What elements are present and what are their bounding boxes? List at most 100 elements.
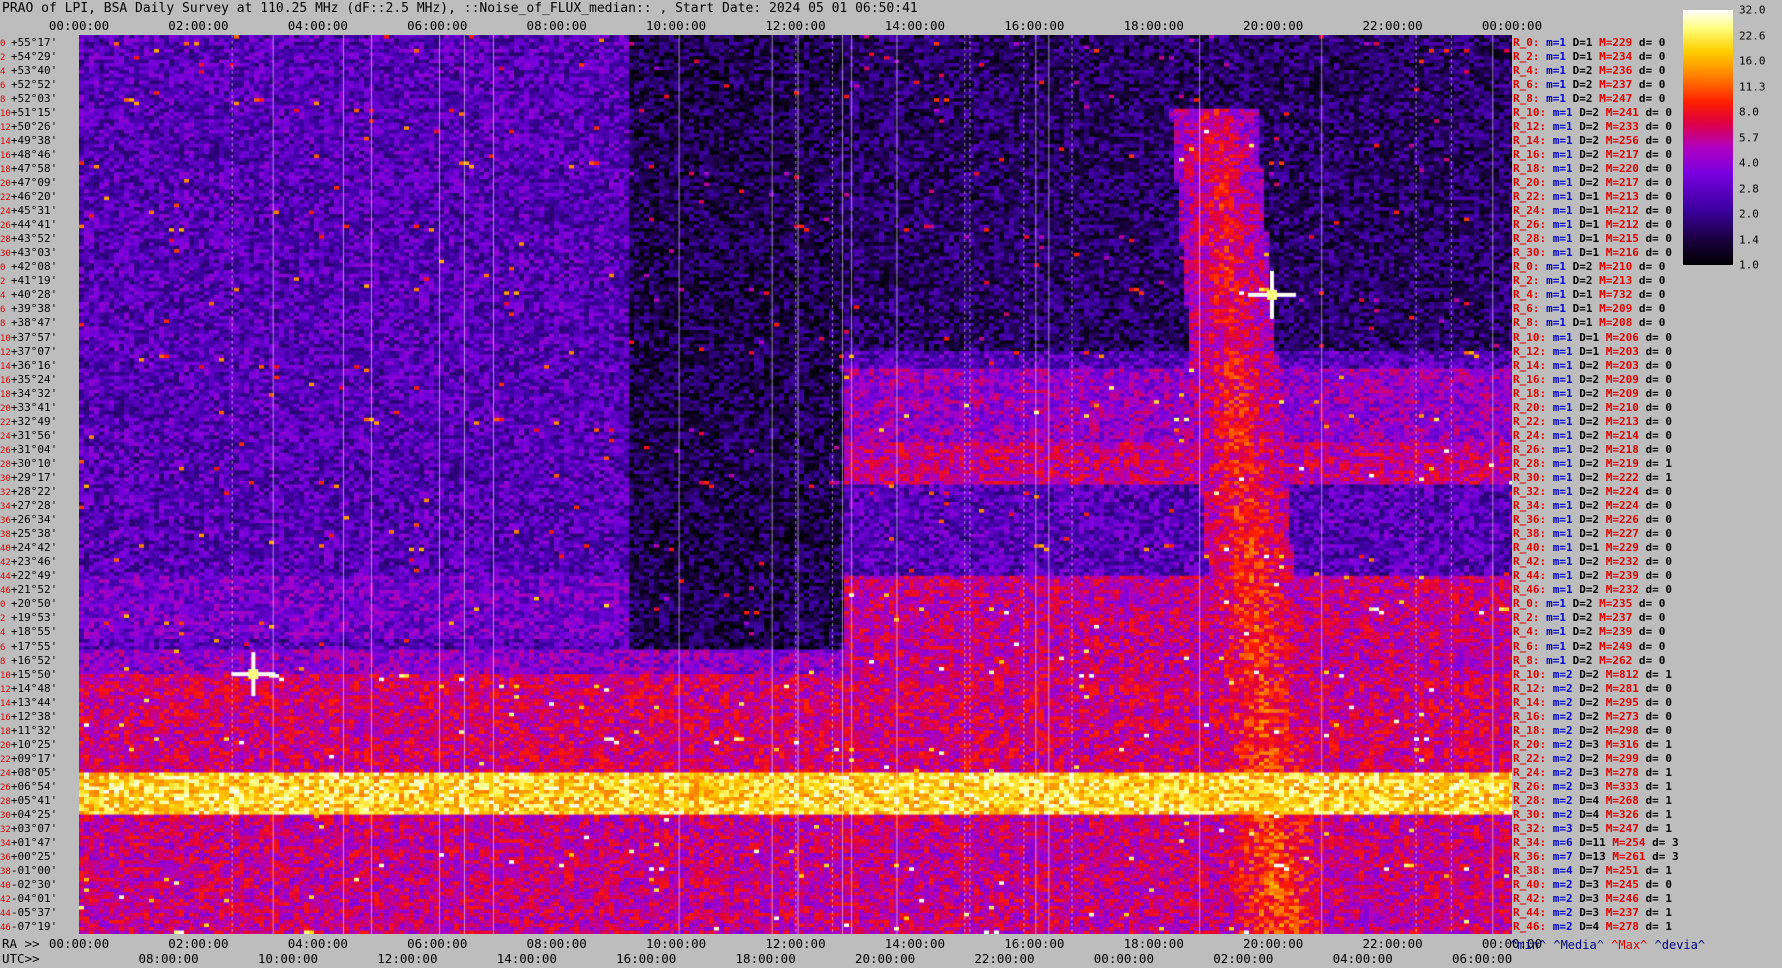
row-stat-mx: M=209	[1605, 386, 1639, 400]
declination-label: 40-02°30'	[0, 878, 57, 893]
declination-label: 18+11°32'	[0, 724, 57, 739]
declination-label: 4 +40°28'	[0, 288, 57, 303]
row-stat-d: D=11	[1579, 836, 1606, 850]
top-tick-label: 00:00:00	[1481, 18, 1543, 33]
row-stat-dd: d= 0	[1645, 119, 1673, 133]
row-stat: R_28: m=1 D=2 M=219 d= 1	[1513, 457, 1672, 470]
row-stat-dd: d= 3	[1652, 850, 1679, 864]
row-stat-r: R_26:	[1513, 218, 1547, 232]
dec-value: +24°42'	[10, 541, 58, 555]
row-stat-r: R_22:	[1513, 190, 1547, 204]
row-stat-d: D=1	[1579, 218, 1600, 232]
row-stat-d: D=3	[1579, 737, 1600, 751]
declination-label: 8 +16°52'	[0, 654, 57, 669]
dec-value: +23°46'	[10, 555, 58, 569]
declination-label: 26+31°04'	[0, 443, 57, 458]
top-tick-label: 02:00:00	[168, 18, 229, 33]
row-stat-mx: M=217	[1605, 147, 1639, 161]
row-stat-m: m=1	[1546, 639, 1566, 653]
row-stat-r: R_46:	[1513, 583, 1547, 597]
row-stat: R_16: m=1 D=2 M=209 d= 0	[1513, 373, 1672, 386]
row-stat-mx: M=237	[1599, 611, 1633, 625]
row-stat-m: m=1	[1552, 344, 1573, 358]
utc-tick-label: 20:00:00	[854, 951, 916, 966]
declination-axis: 0 +55°17' 2 +54°29' 4 +53°40' 6 +52°52' 8 +5…	[0, 35, 79, 934]
declination-label: 22+09°17'	[0, 752, 57, 767]
row-stat-r: R_42:	[1513, 892, 1547, 906]
row-stat-mx: M=278	[1605, 920, 1639, 934]
dec-index: 44	[0, 909, 11, 920]
legend-min: ^min^	[1510, 938, 1547, 952]
row-stat: R_18: m=1 D=2 M=220 d= 0	[1513, 162, 1672, 175]
utc-tick-label: 06:00:00	[1452, 951, 1513, 966]
declination-label: 20+33°41'	[0, 401, 57, 416]
row-stat-dd: d= 1	[1645, 765, 1673, 779]
utc-tick-label: 12:00:00	[377, 951, 438, 966]
dec-index: 34	[0, 502, 11, 513]
row-stat-d: D=2	[1579, 485, 1600, 499]
row-stat-m: m=1	[1546, 302, 1566, 316]
row-stat-dd: d= 1	[1645, 470, 1673, 484]
row-stat-d: D=2	[1572, 274, 1593, 288]
dec-value: +49°38'	[10, 133, 58, 147]
dec-index: 2	[0, 52, 11, 63]
row-stat-r: R_10:	[1513, 667, 1547, 681]
ra-tick-label: 14:00:00	[884, 936, 946, 951]
row-stat-r: R_40:	[1513, 878, 1547, 892]
row-stat-mx: M=215	[1605, 232, 1639, 246]
row-stat-mx: M=212	[1605, 204, 1639, 218]
row-stat: R_34: m=6 D=11 M=254 d= 3	[1513, 836, 1679, 849]
declination-label: 46-07°19'	[0, 920, 57, 935]
row-stat-mx: M=224	[1605, 485, 1639, 499]
row-stat-m: m=1	[1546, 288, 1566, 302]
row-stat: R_18: m=2 D=2 M=298 d= 0	[1513, 724, 1672, 737]
declination-label: 10+15°50'	[0, 668, 57, 683]
row-stat-d: D=3	[1579, 906, 1600, 920]
colorbar: 32.0 22.6 16.0 11.3 8.0 5.7 4.0 2.8 2.0 1.4 1.0	[1683, 4, 1766, 272]
dec-value: +03°07'	[10, 822, 58, 836]
row-stat-m: m=6	[1552, 836, 1573, 850]
dec-value: +53°40'	[10, 63, 58, 77]
row-stat-mx: M=232	[1605, 555, 1639, 569]
row-stat-mx: M=224	[1605, 499, 1639, 513]
row-stat: R_32: m=3 D=5 M=247 d= 1	[1513, 822, 1672, 835]
dec-value: +20°50'	[10, 597, 58, 611]
row-stat-r: R_16:	[1513, 147, 1547, 161]
row-stat-r: R_40:	[1513, 541, 1547, 555]
row-stat-dd: d= 0	[1645, 386, 1673, 400]
declination-label: 16+48°46'	[0, 148, 57, 163]
dec-value: +52°03'	[10, 91, 58, 105]
row-stat-dd: d= 0	[1645, 709, 1673, 723]
row-stat-mx: M=249	[1599, 639, 1633, 653]
row-stat-d: D=3	[1579, 878, 1600, 892]
row-stat-m: m=1	[1552, 555, 1573, 569]
top-tick-label: 16:00:00	[1004, 18, 1065, 33]
dec-value: +15°50'	[10, 667, 58, 681]
row-stat-mx: M=239	[1605, 569, 1639, 583]
row-stat-r: R_44:	[1513, 569, 1547, 583]
row-stat: R_22: m=1 D=2 M=213 d= 0	[1513, 415, 1672, 428]
row-stat-r: R_14:	[1513, 695, 1547, 709]
dec-index: 10	[0, 670, 11, 681]
declination-label: 14+49°38'	[0, 134, 57, 149]
row-stat-m: m=2	[1552, 808, 1573, 822]
row-stat-r: R_18:	[1513, 723, 1547, 737]
row-stat-mx: M=295	[1605, 695, 1639, 709]
row-stat: R_16: m=1 D=2 M=217 d= 0	[1513, 148, 1672, 161]
row-stat-dd: d= 0	[1638, 63, 1666, 77]
declination-label: 42+23°46'	[0, 555, 57, 570]
dec-index: 32	[0, 488, 11, 499]
declination-label: 6 +52°52'	[0, 78, 57, 93]
row-stat: R_24: m=2 D=3 M=278 d= 1	[1513, 766, 1672, 779]
legend-max: ^Max^	[1611, 938, 1648, 952]
colorbar-tick: 32.0	[1739, 3, 1766, 17]
row-stat-m: m=2	[1552, 878, 1573, 892]
row-stat-m: m=1	[1552, 161, 1573, 175]
row-stat-dd: d= 0	[1638, 260, 1666, 274]
utc-tick-label: 18:00:00	[735, 951, 796, 966]
row-stat-r: R_12:	[1513, 344, 1547, 358]
row-stat-dd: d= 0	[1645, 190, 1673, 204]
row-stat: R_20: m=1 D=2 M=217 d= 0	[1513, 176, 1672, 189]
row-stat-r: R_12:	[1513, 119, 1547, 133]
declination-label: 36+26°34'	[0, 513, 57, 528]
